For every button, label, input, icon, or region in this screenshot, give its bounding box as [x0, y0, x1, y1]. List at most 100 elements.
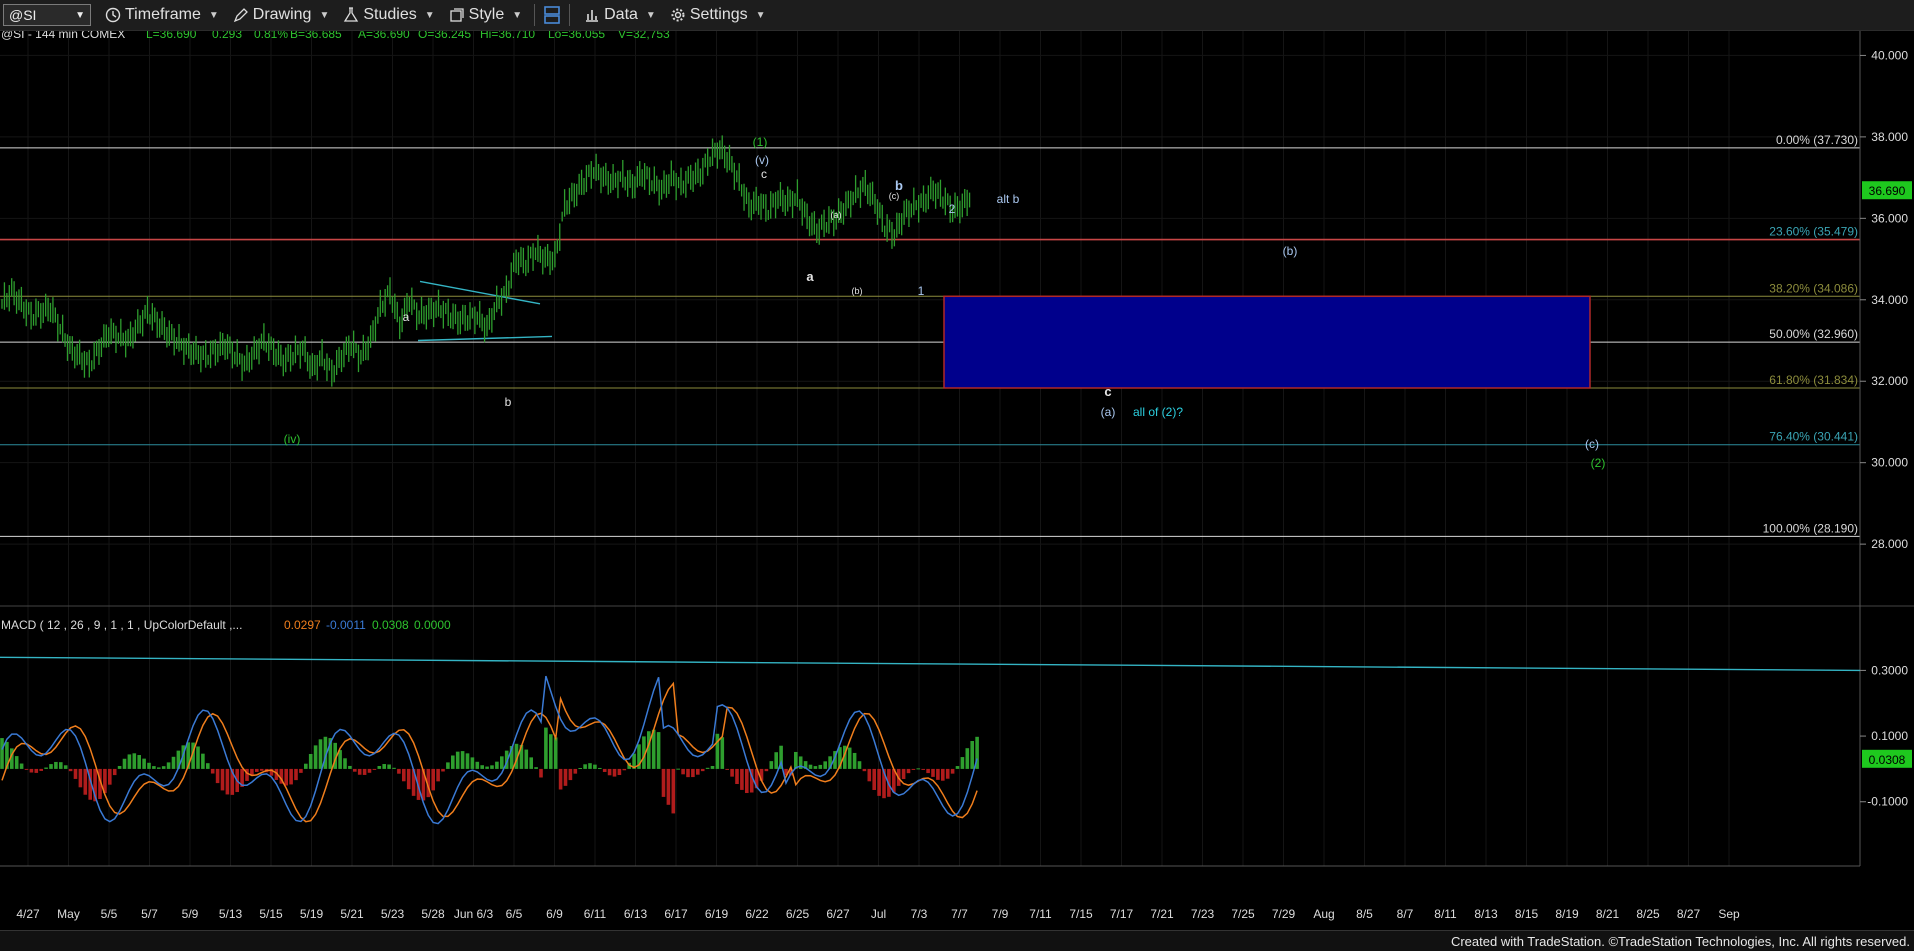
macd-histogram-bar — [852, 752, 857, 769]
wave-label: (b) — [852, 286, 863, 296]
macd-histogram-bar — [357, 768, 362, 775]
macd-histogram-bar — [157, 767, 161, 769]
macd-histogram-bar — [348, 765, 352, 769]
macd-histogram-bar — [24, 768, 29, 770]
macd-histogram-bar — [431, 768, 435, 791]
style-icon — [449, 8, 464, 22]
x-tick-label: 5/28 — [421, 907, 445, 921]
macd-histogram-bar — [451, 755, 455, 769]
macd-histogram-bar — [206, 763, 210, 769]
macd-histogram-bar — [764, 768, 769, 772]
x-tick-label: Aug — [1313, 907, 1334, 921]
style-menu[interactable]: Style ▼ — [449, 6, 522, 24]
macd-histogram-bar — [441, 768, 445, 772]
header-low: Lo=36.055 — [548, 31, 605, 41]
studies-menu[interactable]: Studies ▼ — [343, 6, 435, 24]
macd-histogram-bar — [372, 768, 377, 770]
settings-menu[interactable]: Settings ▼ — [670, 6, 766, 24]
macd-histogram-bar — [402, 768, 406, 782]
macd-histogram-bar — [730, 768, 734, 777]
macd-histogram-bar — [960, 757, 965, 769]
macd-histogram-bar — [681, 768, 685, 775]
macd-histogram-bar — [44, 767, 48, 769]
macd-histogram-bar — [544, 727, 548, 769]
macd-histogram-bar — [392, 767, 396, 769]
x-tick-label: Sep — [1718, 907, 1740, 921]
macd-histogram-bar — [49, 764, 53, 769]
layout-button[interactable] — [543, 5, 561, 25]
macd-histogram-bar — [598, 767, 602, 769]
macd-histogram-bar — [108, 768, 112, 785]
macd-histogram-bar — [539, 768, 543, 778]
wave-label: (c) — [1585, 437, 1599, 451]
macd-histogram-bar — [29, 768, 34, 773]
gear-icon — [671, 8, 685, 22]
macd-histogram-bar — [911, 768, 916, 770]
macd-histogram-bar — [201, 753, 205, 769]
x-tick-label: 8/11 — [1434, 907, 1457, 921]
macd-histogram-bar — [446, 762, 450, 769]
fib-label: 38.20% (34.086) — [1769, 281, 1858, 295]
macd-histogram-bar — [524, 749, 529, 769]
symbol-selector[interactable]: @SI ▼ — [3, 4, 91, 26]
macd-histogram-bar — [485, 766, 489, 769]
x-tick-label: 8/19 — [1555, 907, 1579, 921]
wave-label: (v) — [755, 153, 769, 167]
macd-histogram-bar — [847, 747, 852, 769]
macd-histogram-bar — [676, 768, 680, 770]
macd-histogram-bar — [877, 768, 881, 796]
macd-histogram-bar — [460, 751, 465, 769]
macd-histogram-bar — [152, 766, 156, 769]
macd-histogram-bar — [465, 753, 470, 769]
macd-histogram-bar — [666, 768, 671, 805]
wave-label: c — [761, 167, 767, 181]
header-title: @SI - 144 min COMEX — [1, 31, 125, 41]
macd-histogram-bar — [196, 746, 200, 769]
data-menu[interactable]: Data ▼ — [584, 6, 656, 24]
x-tick-label: 5/9 — [182, 907, 199, 921]
macd-histogram-bar — [117, 765, 122, 769]
macd-histogram-bar — [382, 764, 386, 769]
wave-label: a — [403, 310, 410, 324]
x-tick-label: 6/11 — [584, 907, 607, 921]
macd-histogram-bar — [215, 768, 220, 784]
timeframe-menu[interactable]: Timeframe ▼ — [105, 6, 219, 24]
x-tick-label: May — [57, 907, 80, 921]
macd-histogram-bar — [534, 767, 538, 769]
macd-histogram-bar — [862, 768, 867, 772]
macd-y-tick-label: 0.3000 — [1871, 663, 1908, 677]
chevron-down-icon: ▼ — [755, 9, 766, 21]
macd-value-3: 0.0308 — [372, 618, 409, 632]
macd-histogram-bar — [289, 768, 293, 785]
macd-histogram-bar — [73, 768, 78, 779]
y-tick-label: 36.000 — [1871, 211, 1908, 225]
price-chart[interactable]: 0.00% (37.730) 23.60% (35.479) 38.20% (34.… — [0, 31, 1914, 929]
x-tick-label: 8/27 — [1677, 907, 1701, 921]
drawing-menu[interactable]: Drawing ▼ — [233, 6, 329, 24]
macd-histogram-bar — [656, 732, 661, 769]
macd-histogram-bar — [39, 768, 43, 771]
wave-label: alt b — [997, 192, 1020, 206]
macd-histogram-bar — [705, 767, 710, 769]
macd-histogram-bar — [549, 734, 553, 769]
copyright-text: Created with TradeStation. ©TradeStation… — [1450, 934, 1910, 949]
macd-histogram-bar — [284, 768, 288, 786]
x-tick-label: 6/13 — [624, 907, 648, 921]
macd-histogram-bar — [901, 768, 906, 780]
flask-icon — [344, 7, 359, 22]
wave-label: b — [505, 395, 512, 409]
macd-histogram-bar — [19, 763, 24, 769]
x-tick-label: 8/13 — [1474, 907, 1498, 921]
y-tick-label: 30.000 — [1871, 456, 1908, 470]
macd-histogram-bar — [495, 761, 499, 769]
pencil-icon — [233, 8, 248, 23]
macd-histogram-bar — [142, 758, 146, 769]
wave-label: (1) — [753, 135, 768, 149]
macd-y-tick-label: -0.1000 — [1867, 795, 1908, 809]
wave-label: (iv) — [284, 432, 301, 446]
x-tick-label: 7/21 — [1150, 907, 1174, 921]
wave-label: (a) — [1101, 405, 1116, 419]
toolbar: @SI ▼ Timeframe ▼ Drawing ▼ Studies ▼ St… — [0, 0, 1914, 31]
x-tick-label: 8/5 — [1356, 907, 1373, 921]
macd-histogram-bar — [68, 768, 73, 772]
